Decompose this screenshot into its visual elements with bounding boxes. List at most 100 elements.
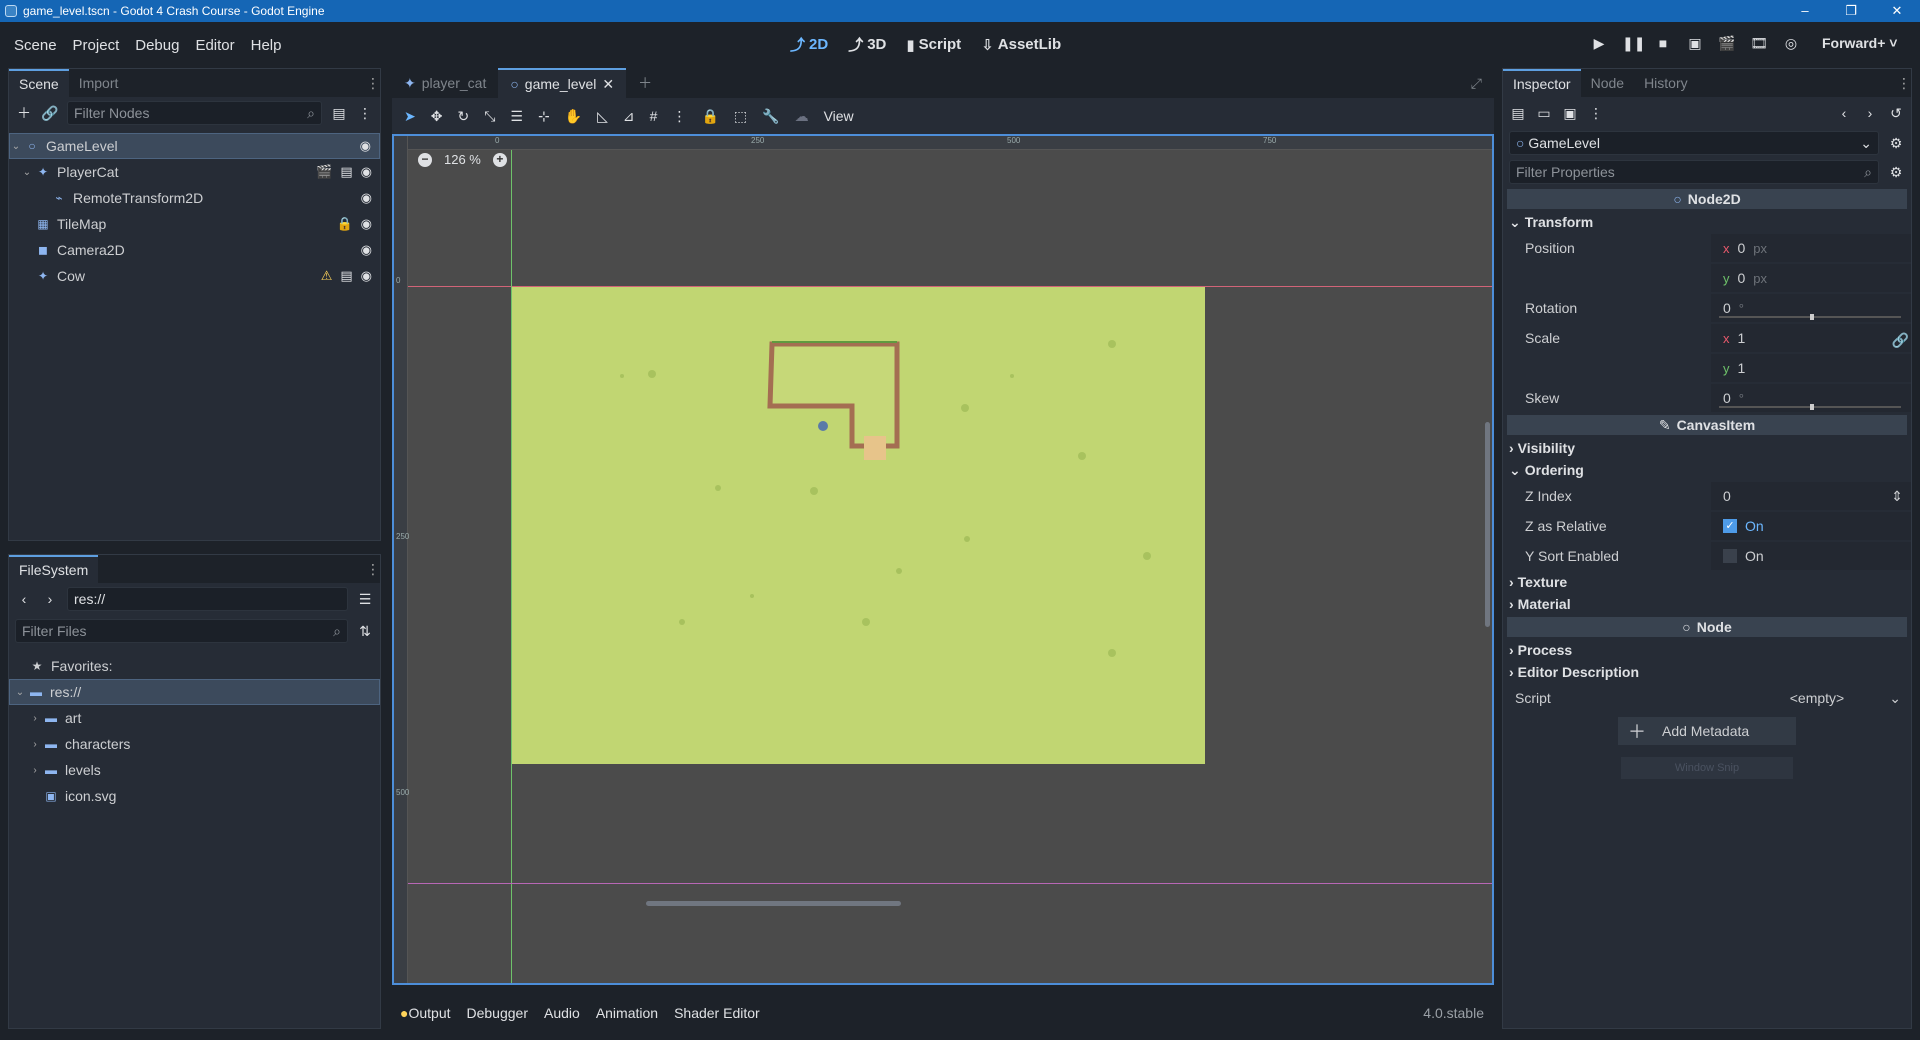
- z-index-spinbox[interactable]: 0 ⇕: [1711, 482, 1911, 510]
- rotation-slider[interactable]: [1719, 314, 1901, 320]
- inspector-menu-icon[interactable]: ⋮: [1587, 105, 1605, 122]
- play-scene-icon[interactable]: 🎬: [1718, 34, 1736, 52]
- tree-node-gamelevel[interactable]: ⌄ ○ GameLevel ◉: [9, 133, 380, 159]
- position-y-field[interactable]: y 0 px: [1711, 264, 1911, 292]
- script-icon[interactable]: ▤: [340, 268, 352, 284]
- tab-debugger[interactable]: Debugger: [467, 1005, 529, 1021]
- lock-icon[interactable]: 🔒: [336, 216, 352, 232]
- group-visibility[interactable]: › Visibility: [1503, 437, 1911, 459]
- snap-options-icon[interactable]: ⋮: [672, 108, 686, 125]
- forward-icon[interactable]: ›: [41, 591, 59, 607]
- visibility-eye-icon[interactable]: ◉: [361, 216, 372, 232]
- attach-script-icon[interactable]: ▤: [330, 105, 348, 122]
- tab-audio[interactable]: Audio: [544, 1005, 580, 1021]
- spin-arrows-icon[interactable]: ⇕: [1891, 488, 1903, 505]
- ruler-tool-icon[interactable]: ◺: [597, 108, 608, 125]
- skew-slider[interactable]: [1719, 404, 1901, 410]
- favorites-item[interactable]: ★ Favorites:: [9, 653, 380, 679]
- new-tab-button[interactable]: ＋: [626, 68, 664, 98]
- link-icon[interactable]: 🔗: [1892, 332, 1909, 349]
- tree-node-camera2d[interactable]: ◼ Camera2D ◉: [9, 237, 380, 263]
- warning-icon[interactable]: ⚠: [321, 268, 333, 284]
- main-script-button[interactable]: ▮ Script: [906, 34, 961, 55]
- history-back-icon[interactable]: ‹: [1835, 105, 1853, 121]
- tab-node[interactable]: Node: [1581, 69, 1634, 97]
- tab-inspector[interactable]: Inspector: [1503, 69, 1581, 97]
- distraction-free-icon[interactable]: ⤢: [1459, 68, 1494, 98]
- stop-icon[interactable]: ■: [1654, 34, 1672, 52]
- vertical-scrollbar[interactable]: [1485, 422, 1490, 627]
- script-field[interactable]: <empty> ⌄: [1711, 684, 1911, 712]
- tab-player-cat[interactable]: ✦ player_cat: [392, 68, 498, 98]
- pan-tool-icon[interactable]: ✋: [565, 108, 582, 125]
- view-menu[interactable]: View: [824, 108, 854, 124]
- visibility-eye-icon[interactable]: ◉: [361, 242, 372, 258]
- history-forward-icon[interactable]: ›: [1861, 105, 1879, 121]
- rotation-field[interactable]: 0 °: [1711, 294, 1911, 322]
- menu-project[interactable]: Project: [65, 37, 128, 54]
- file-icon-svg[interactable]: ▣ icon.svg: [9, 783, 380, 809]
- sort-icon[interactable]: ⇅: [356, 623, 374, 640]
- canvas-viewport[interactable]: 0 250 500 750 0 250 500 − 126 % +: [392, 134, 1494, 985]
- collapse-arrow-icon[interactable]: ⌄: [14, 687, 26, 698]
- new-resource-icon[interactable]: ▤: [1509, 105, 1527, 122]
- position-x-field[interactable]: x 0 px: [1711, 234, 1911, 262]
- tab-game-level[interactable]: ○ game_level ✕: [498, 68, 627, 98]
- skew-field[interactable]: 0 °: [1711, 384, 1911, 412]
- filter-properties-input[interactable]: Filter Properties ⌕: [1509, 160, 1879, 184]
- visibility-eye-icon[interactable]: ◉: [361, 268, 372, 284]
- zoom-in-button[interactable]: +: [492, 152, 507, 167]
- group-editor-description[interactable]: › Editor Description: [1503, 661, 1911, 683]
- main-3d-button[interactable]: ⤴ 3D: [848, 34, 886, 55]
- back-icon[interactable]: ‹: [15, 591, 33, 607]
- split-mode-icon[interactable]: ☰: [356, 591, 374, 608]
- folder-art[interactable]: › ▬ art: [9, 705, 380, 731]
- tab-shader-editor[interactable]: Shader Editor: [674, 1005, 760, 1021]
- movie-maker-icon[interactable]: ◎: [1782, 34, 1800, 52]
- minimize-button[interactable]: –: [1782, 0, 1828, 22]
- tree-node-tilemap[interactable]: ▦ TileMap 🔒 ◉: [9, 211, 380, 237]
- add-node-icon[interactable]: ＋: [15, 103, 33, 123]
- tree-node-remotetransform2d[interactable]: ⌁ RemoteTransform2D ◉: [9, 185, 380, 211]
- visibility-eye-icon[interactable]: ◉: [361, 164, 372, 180]
- group-ordering[interactable]: ⌄ Ordering: [1503, 459, 1911, 481]
- scale-y-field[interactable]: y 1 🔗: [1711, 332, 1911, 382]
- object-settings-icon[interactable]: ⚙: [1887, 135, 1905, 152]
- scale-tool-icon[interactable]: ⤡: [484, 108, 495, 125]
- tab-history[interactable]: History: [1634, 69, 1698, 97]
- group-process[interactable]: › Process: [1503, 639, 1911, 661]
- save-resource-icon[interactable]: ▣: [1561, 105, 1579, 122]
- open-resource-icon[interactable]: ▭: [1535, 105, 1553, 122]
- cloud-icon[interactable]: ☁: [795, 108, 809, 125]
- tree-node-cow[interactable]: ✦ Cow ⚠ ▤ ◉: [9, 263, 380, 289]
- open-in-editor-icon[interactable]: 🎬: [316, 164, 332, 180]
- folder-res-root[interactable]: ⌄ ▬ res://: [9, 679, 380, 705]
- play-icon[interactable]: ▶: [1590, 34, 1608, 52]
- menu-editor[interactable]: Editor: [187, 37, 242, 54]
- lock-icon[interactable]: 🔒: [701, 108, 718, 125]
- remote-debug-icon[interactable]: ▣: [1686, 34, 1704, 52]
- link-icon[interactable]: 🔗: [41, 105, 59, 122]
- main-assetlib-button[interactable]: ⇩ AssetLib: [981, 34, 1061, 55]
- bone-icon[interactable]: 🔧: [762, 108, 779, 125]
- dock-menu-icon[interactable]: ⋮: [1897, 69, 1911, 97]
- zoom-out-button[interactable]: −: [418, 152, 432, 167]
- object-selector[interactable]: ○ GameLevel ⌄: [1509, 131, 1879, 155]
- list-select-icon[interactable]: ☰: [510, 108, 523, 125]
- group-texture[interactable]: › Texture: [1503, 571, 1911, 593]
- y-sort-checkbox[interactable]: On: [1711, 542, 1911, 570]
- path-field[interactable]: res://: [67, 587, 348, 611]
- rotate-tool-icon[interactable]: ↻: [457, 108, 469, 125]
- folder-characters[interactable]: › ▬ characters: [9, 731, 380, 757]
- play-custom-scene-icon[interactable]: 🎞: [1750, 34, 1768, 52]
- renderer-select[interactable]: Forward+ ˅: [1822, 34, 1897, 52]
- expand-arrow-icon[interactable]: ›: [29, 713, 41, 724]
- scene-menu-icon[interactable]: ⋮: [356, 105, 374, 122]
- smart-snap-icon[interactable]: ⊿: [623, 108, 635, 125]
- tab-output[interactable]: ●Output: [400, 1005, 451, 1021]
- collapse-arrow-icon[interactable]: ⌄: [21, 167, 33, 178]
- tab-import[interactable]: Import: [69, 69, 129, 97]
- object-history-icon[interactable]: ↺: [1887, 105, 1905, 122]
- collapse-arrow-icon[interactable]: ⌄: [10, 141, 22, 152]
- property-options-icon[interactable]: ⚙: [1887, 164, 1905, 181]
